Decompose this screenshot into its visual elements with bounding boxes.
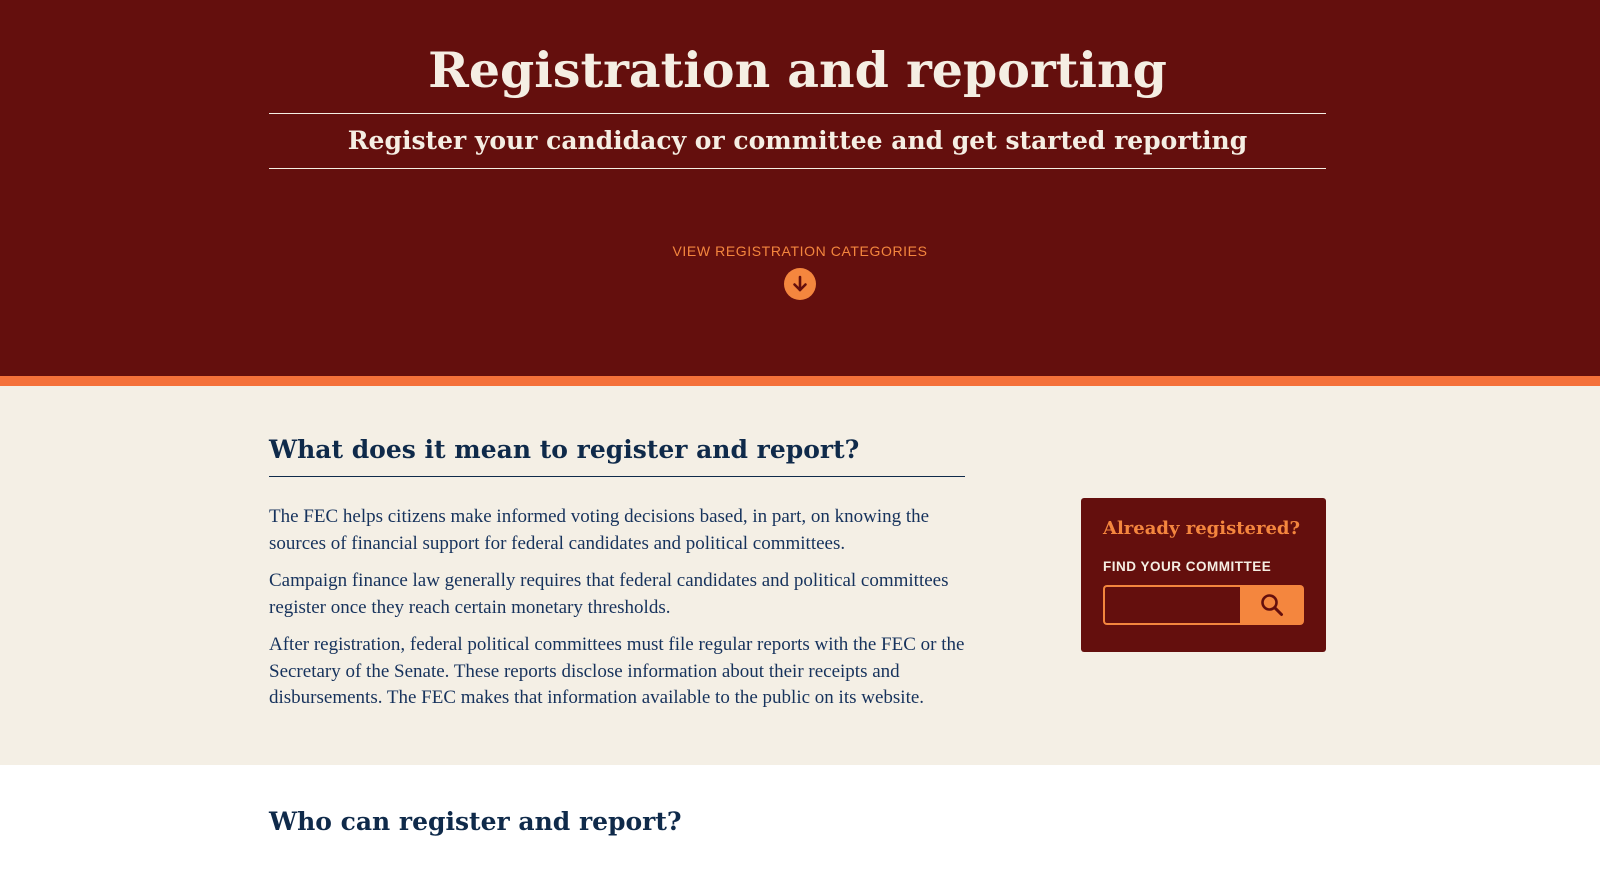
committee-search-form [1103, 585, 1304, 625]
already-registered-title: Already registered? [1103, 518, 1301, 539]
intro-section: What does it mean to register and report… [0, 386, 1600, 765]
hero-banner: Registration and reporting Register your… [0, 0, 1600, 376]
already-registered-box: Already registered? FIND YOUR COMMITTEE [1081, 498, 1326, 652]
accent-divider [0, 376, 1600, 386]
hero-content: Registration and reporting Register your… [269, 0, 1326, 169]
intro-paragraph: The FEC helps citizens make informed vot… [269, 506, 930, 554]
committee-search-button[interactable] [1240, 585, 1304, 625]
arrow-down-circle-icon[interactable] [784, 268, 816, 300]
intro-paragraph: After registration, federal political co… [269, 634, 965, 708]
page-subtitle: Register your candidacy or committee and… [269, 114, 1326, 169]
view-registration-categories-link[interactable]: VIEW REGISTRATION CATEGORIES [0, 242, 1600, 305]
search-icon [1261, 594, 1283, 616]
who-section: Who can register and report? [0, 765, 1600, 886]
intro-content: What does it mean to register and report… [269, 435, 965, 712]
page-title: Registration and reporting [269, 0, 1326, 114]
who-heading: Who can register and report? [269, 807, 682, 836]
committee-search-input[interactable] [1103, 585, 1240, 625]
find-committee-label: FIND YOUR COMMITTEE [1103, 559, 1272, 574]
intro-paragraph: Campaign finance law generally requires … [269, 570, 949, 618]
intro-heading: What does it mean to register and report… [269, 435, 965, 477]
cta-label: VIEW REGISTRATION CATEGORIES [672, 243, 928, 259]
